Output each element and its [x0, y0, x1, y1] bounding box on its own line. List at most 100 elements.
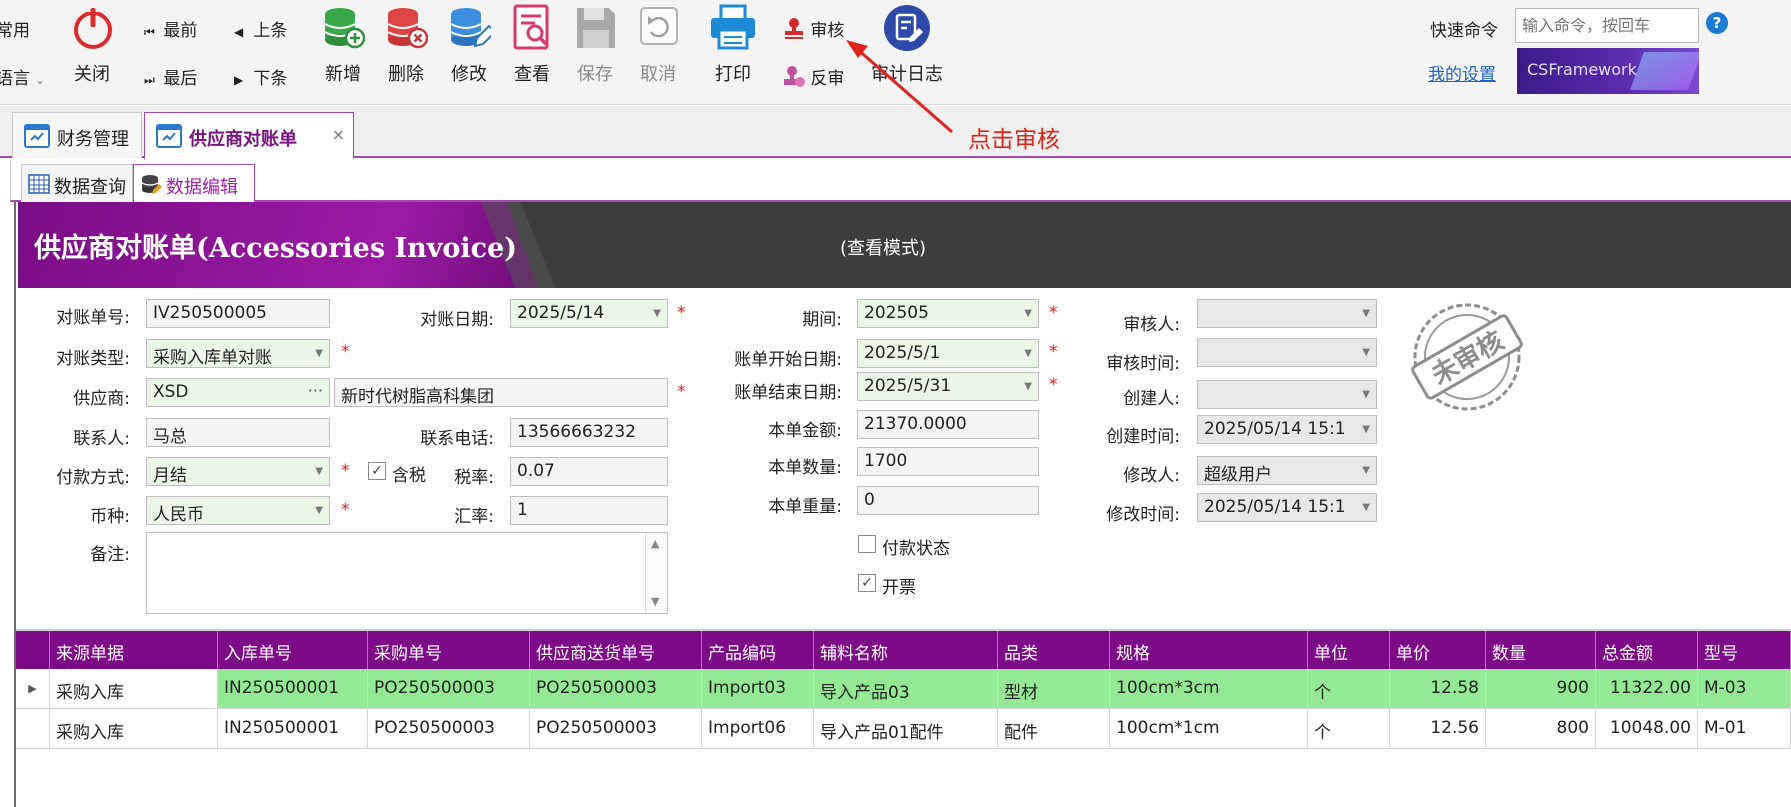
column-header[interactable]: 总金额: [1596, 631, 1698, 669]
column-header[interactable]: 数量: [1486, 631, 1596, 669]
table-cell[interactable]: IN250500001: [218, 669, 368, 709]
table-cell[interactable]: 个: [1308, 709, 1390, 749]
tab-data-query[interactable]: 数据查询: [21, 164, 133, 202]
column-header[interactable]: 辅料名称: [814, 631, 998, 669]
scroll-down-icon[interactable]: ▼: [651, 595, 659, 608]
amount-field[interactable]: 21370.0000: [857, 410, 1039, 439]
table-cell[interactable]: 11322.00: [1596, 669, 1698, 709]
edit-button[interactable]: 修改: [441, 4, 497, 85]
column-header[interactable]: 品类: [998, 631, 1110, 669]
phone-field[interactable]: 13566663232: [510, 418, 668, 447]
table-cell[interactable]: PO250500003: [530, 669, 702, 709]
column-header[interactable]: 型号: [1698, 631, 1791, 669]
table-cell[interactable]: 采购入库: [50, 709, 218, 749]
tax-rate-field[interactable]: 0.07: [510, 457, 668, 486]
ellipsis-icon[interactable]: ···: [308, 381, 323, 400]
exchange-rate-field[interactable]: 1: [510, 496, 668, 525]
table-cell[interactable]: 个: [1308, 669, 1390, 709]
cancel-button[interactable]: 取消: [630, 4, 686, 85]
memo-scrollbar[interactable]: ▲ ▼: [645, 533, 667, 613]
paid-status-checkbox[interactable]: [858, 535, 876, 553]
table-cell[interactable]: 12.56: [1390, 709, 1486, 749]
contact-field[interactable]: 马总: [146, 418, 330, 447]
my-settings-link[interactable]: 我的设置: [1428, 60, 1496, 85]
table-cell[interactable]: 100cm*3cm: [1110, 669, 1308, 709]
bill-end-picker[interactable]: 2025/5/31 ▼: [857, 372, 1039, 401]
audit-log-button[interactable]: 审计日志: [871, 4, 943, 85]
sub-tabs: 数据查询 数据编辑: [10, 160, 1791, 204]
supplier-code-field[interactable]: XSD ···: [146, 378, 330, 407]
invoice-date-picker[interactable]: 2025/5/14 ▼: [510, 299, 668, 328]
invoice-type-select[interactable]: 采购入库单对账 ▼: [146, 339, 330, 368]
last-record-button[interactable]: ⏭ 最后: [144, 64, 197, 89]
supplier-code-value: XSD: [153, 382, 189, 402]
weight-field[interactable]: 0: [857, 486, 1039, 515]
approver-select[interactable]: ▼: [1197, 299, 1377, 328]
column-header[interactable]: 产品编码: [702, 631, 814, 669]
close-tab-icon[interactable]: ×: [332, 125, 345, 144]
common-menu[interactable]: 常用: [0, 16, 30, 41]
column-header[interactable]: 入库单号: [218, 631, 368, 669]
first-record-button[interactable]: ⏮ 最前: [144, 16, 197, 41]
table-cell[interactable]: Import03: [702, 669, 814, 709]
unapprove-button[interactable]: 反审: [783, 64, 844, 89]
column-header[interactable]: 单价: [1390, 631, 1486, 669]
table-cell[interactable]: PO250500003: [368, 709, 530, 749]
table-cell[interactable]: 型材: [998, 669, 1110, 709]
memo-textarea[interactable]: ▲ ▼: [146, 532, 668, 614]
save-button[interactable]: 保存: [567, 4, 623, 85]
table-cell[interactable]: 800: [1486, 709, 1596, 749]
qty-field[interactable]: 1700: [857, 447, 1039, 476]
language-menu[interactable]: 语言 ⌄: [0, 64, 45, 89]
delete-button[interactable]: 删除: [378, 4, 434, 85]
view-button[interactable]: 查看: [504, 4, 560, 85]
scroll-up-icon[interactable]: ▲: [651, 537, 659, 550]
modifier-select[interactable]: 超级用户 ▼: [1197, 456, 1377, 485]
table-cell[interactable]: IN250500001: [218, 709, 368, 749]
invoiced-checkbox[interactable]: ✓: [858, 574, 876, 592]
tab-finance-management[interactable]: 财务管理: [12, 112, 142, 158]
bill-start-picker[interactable]: 2025/5/1 ▼: [857, 339, 1039, 368]
invoice-no-field[interactable]: IV250500005: [146, 299, 330, 328]
print-button[interactable]: 打印: [705, 4, 761, 85]
table-cell[interactable]: 10048.00: [1596, 709, 1698, 749]
tax-included-checkbox[interactable]: ✓: [368, 462, 386, 480]
table-cell[interactable]: 100cm*1cm: [1110, 709, 1308, 749]
column-header[interactable]: 单位: [1308, 631, 1390, 669]
period-select[interactable]: 202505 ▼: [857, 299, 1039, 328]
table-cell[interactable]: 导入产品03: [814, 669, 998, 709]
approve-button[interactable]: 审核: [783, 16, 844, 41]
row-indicator[interactable]: [16, 709, 50, 749]
payment-select[interactable]: 月结 ▼: [146, 457, 330, 486]
table-cell[interactable]: 12.58: [1390, 669, 1486, 709]
quick-command-input[interactable]: [1515, 8, 1699, 43]
table-cell[interactable]: M-01: [1698, 709, 1791, 749]
prev-record-button[interactable]: ◀ 上条: [234, 16, 287, 41]
tab-data-edit[interactable]: 数据编辑: [133, 164, 255, 204]
table-cell[interactable]: 导入产品01配件: [814, 709, 998, 749]
next-record-button[interactable]: ▶ 下条: [234, 64, 287, 89]
add-button[interactable]: 新增: [315, 4, 371, 85]
row-indicator-icon[interactable]: ▶: [16, 669, 50, 709]
column-header[interactable]: 来源单据: [50, 631, 218, 669]
modify-time-picker[interactable]: 2025/05/14 15:1 ▼: [1197, 493, 1377, 522]
help-icon[interactable]: ?: [1706, 12, 1728, 34]
close-button[interactable]: 关闭: [64, 4, 120, 85]
create-time-picker[interactable]: 2025/05/14 15:1 ▼: [1197, 415, 1377, 444]
table-cell[interactable]: PO250500003: [368, 669, 530, 709]
column-header[interactable]: 供应商送货单号: [530, 631, 702, 669]
table-cell[interactable]: M-03: [1698, 669, 1791, 709]
creator-select[interactable]: ▼: [1197, 380, 1377, 409]
currency-select[interactable]: 人民币 ▼: [146, 496, 330, 525]
table-cell[interactable]: PO250500003: [530, 709, 702, 749]
tab-supplier-invoice[interactable]: 供应商对账单 ×: [144, 112, 354, 160]
supplier-name-field[interactable]: 新时代树脂高科集团: [334, 378, 668, 407]
approve-time-picker[interactable]: ▼: [1197, 338, 1377, 367]
column-header[interactable]: 采购单号: [368, 631, 530, 669]
next-label: 下条: [253, 69, 288, 89]
table-cell[interactable]: 配件: [998, 709, 1110, 749]
table-cell[interactable]: 采购入库: [50, 669, 218, 709]
column-header[interactable]: 规格: [1110, 631, 1308, 669]
table-cell[interactable]: 900: [1486, 669, 1596, 709]
table-cell[interactable]: Import06: [702, 709, 814, 749]
